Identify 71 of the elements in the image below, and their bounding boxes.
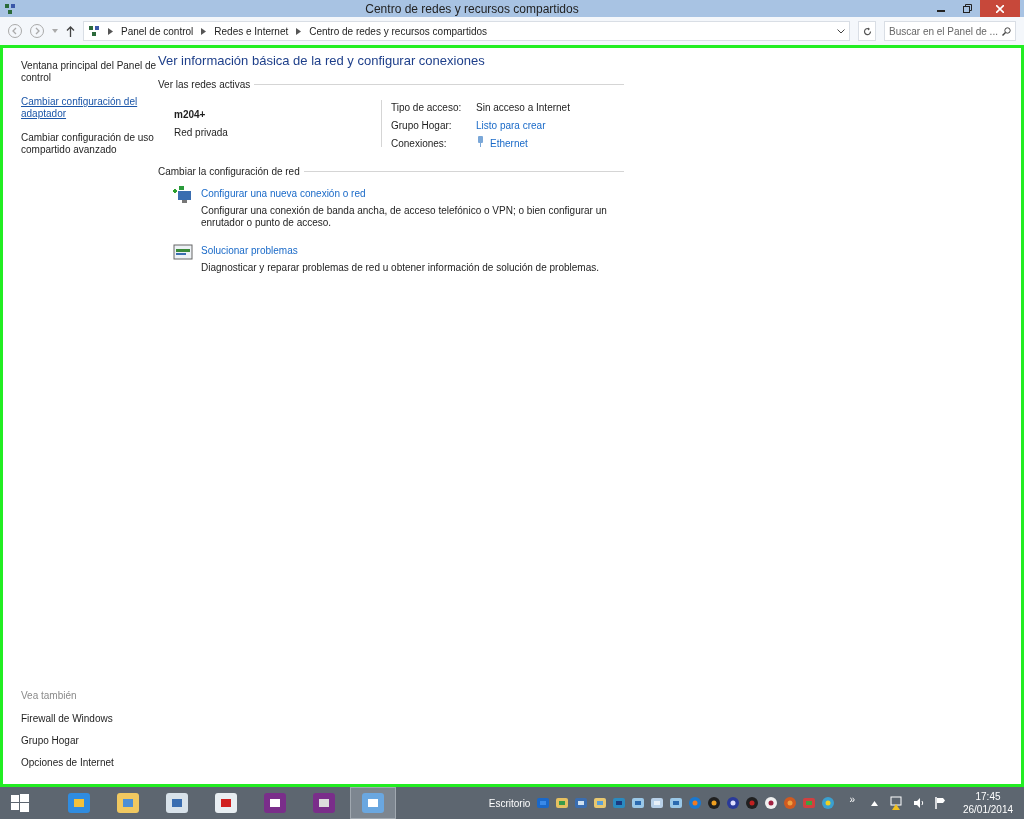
see-also-link[interactable]: Grupo Hogar: [21, 733, 158, 748]
close-button[interactable]: [980, 0, 1020, 17]
task-description: Diagnosticar y reparar problemas de red u obtener información de solución de problemas.: [201, 261, 600, 274]
taskbar-app-button[interactable]: [350, 787, 396, 819]
section-heading: Ver las redes activas: [158, 77, 251, 92]
app-icon[interactable]: [707, 796, 722, 810]
app-icon[interactable]: [631, 796, 646, 810]
app-icon[interactable]: [669, 796, 684, 810]
windows-logo-icon: [11, 794, 29, 812]
property-label: Conexiones:: [391, 136, 448, 151]
app-icon: [116, 792, 140, 814]
flag-icon[interactable]: [935, 797, 946, 809]
breadcrumb-item[interactable]: Panel de control: [121, 23, 194, 39]
property-value: Sin acceso a Internet: [476, 100, 570, 115]
see-also-heading: Vea también: [21, 689, 78, 703]
app-icon[interactable]: [593, 796, 608, 810]
ethernet-icon: [477, 135, 484, 147]
troubleshoot-icon: [173, 242, 193, 261]
caret-up-icon[interactable]: [871, 800, 878, 806]
chevron-icon: [201, 27, 207, 35]
app-icon: [165, 792, 189, 814]
task-link[interactable]: Solucionar problemas: [201, 242, 611, 258]
app-icon[interactable]: [821, 796, 836, 810]
app-icon[interactable]: [555, 796, 570, 810]
network-type: Red privada: [174, 125, 229, 140]
search-icon: [1002, 26, 1011, 36]
chevron-icon: [296, 27, 302, 35]
app-icon: [67, 792, 91, 814]
sidebar-link[interactable]: Ventana principal del Panel de control: [21, 60, 158, 84]
close-icon: [996, 4, 1004, 13]
address-field[interactable]: Panel de control Redes e Internet Centro de redes y recursos compartidos: [83, 21, 850, 41]
search-field[interactable]: Buscar en el Panel de ...: [884, 21, 1016, 41]
app-icon: [263, 792, 287, 814]
up-arrow-icon[interactable]: [66, 25, 75, 37]
refresh-button[interactable]: [858, 21, 876, 41]
window-title: Centro de redes y recursos compartidos: [364, 0, 580, 18]
app-icon: [312, 792, 336, 814]
breadcrumb-item[interactable]: Centro de redes y recursos compartidos: [309, 23, 488, 39]
network-icon: [4, 2, 16, 15]
toolbar-label[interactable]: Escritorio: [488, 795, 531, 811]
property-label: Grupo Hogar:: [391, 118, 453, 133]
restore-icon: [962, 4, 972, 13]
property-link[interactable]: Ethernet: [490, 135, 528, 151]
network-name: m204+: [174, 107, 207, 122]
speaker-icon[interactable]: [913, 797, 925, 809]
property-link[interactable]: Listo para crear: [476, 117, 546, 133]
task-link[interactable]: Configurar una nueva conexión o red: [201, 185, 611, 201]
see-also-link[interactable]: Firewall de Windows: [21, 711, 158, 726]
task-description: Configurar una conexión de banda ancha, de acceso telefónico o VPN; o bien configurar un enrutador o punto de acceso.: [201, 204, 608, 229]
dropdown-icon[interactable]: [837, 28, 845, 34]
network-warning-icon[interactable]: [890, 796, 903, 810]
see-also-link[interactable]: Opciones de Internet: [21, 755, 158, 770]
refresh-icon: [862, 26, 872, 36]
clock-time[interactable]: 17:45: [975, 790, 1001, 803]
sidebar-link[interactable]: Cambiar configuración de uso compartido avanzado: [21, 132, 158, 156]
network-icon: [88, 25, 100, 37]
section-heading: Cambiar la configuración de red: [158, 164, 300, 179]
app-icon[interactable]: [574, 796, 589, 810]
page-title: Ver información básica de la red y configurar conexiones: [158, 52, 486, 70]
app-icon: [361, 792, 385, 814]
app-icon[interactable]: [726, 796, 741, 810]
network-setup-icon: [173, 185, 193, 204]
breadcrumb-item[interactable]: Redes e Internet: [214, 23, 289, 39]
sidebar-link[interactable]: Cambiar configuración del adaptador: [21, 96, 158, 120]
app-icon[interactable]: [650, 796, 665, 810]
chevron-icon: [108, 27, 113, 35]
clock-date[interactable]: 26/01/2014: [962, 803, 1014, 816]
app-icon[interactable]: [764, 796, 779, 810]
property-label: Tipo de acceso:: [391, 100, 463, 115]
app-icon: [214, 792, 238, 814]
overflow-button[interactable]: »: [849, 791, 855, 807]
